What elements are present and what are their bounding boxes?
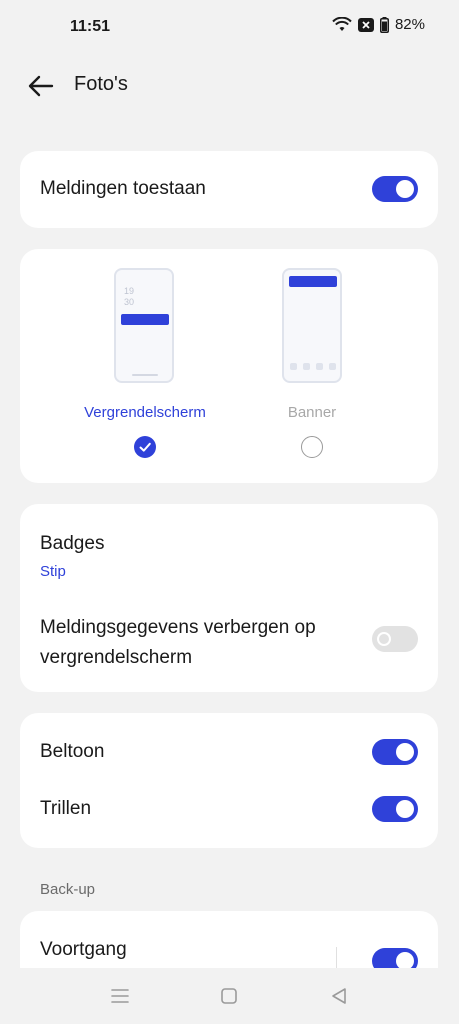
banner-radio[interactable] (301, 436, 323, 458)
banner-option-label: Banner (287, 404, 337, 421)
back-triangle-icon[interactable] (327, 984, 351, 1008)
preview-app-icon (303, 363, 310, 370)
preview-clock-hour: 19 (124, 286, 135, 296)
battery-icon (379, 16, 389, 33)
vibrate-label: Trillen (40, 798, 92, 819)
banner-preview (282, 268, 342, 383)
ringtone-label: Beltoon (40, 741, 105, 762)
status-time: 11:51 (70, 18, 111, 35)
status-icons: 82% (332, 16, 425, 33)
back-arrow-icon[interactable] (26, 72, 56, 100)
lockscreen-preview: 19 30 (114, 268, 174, 383)
badges-value: Stip (40, 563, 66, 580)
battery-percent: 82% (394, 16, 425, 33)
allow-notifications-toggle[interactable] (372, 176, 418, 202)
badges-label: Badges (40, 533, 105, 554)
hide-details-toggle[interactable] (372, 626, 418, 652)
backup-section-header: Back-up (40, 881, 96, 898)
wifi-icon (332, 16, 352, 31)
vibrate-toggle[interactable] (372, 796, 418, 822)
badges-card: Badges Stip Meldingsgegevens verbergen o… (20, 504, 438, 692)
preview-app-icon (290, 363, 297, 370)
lockscreen-option-label: Vergrendelscherm (84, 404, 206, 421)
allow-notifications-label: Meldingen toestaan (40, 178, 206, 199)
preview-notification-bar (121, 314, 169, 325)
app-bar: Foto's (0, 60, 459, 112)
recents-menu-icon[interactable] (108, 984, 132, 1008)
preview-home-indicator (132, 374, 158, 376)
sim-off-icon (357, 17, 374, 32)
lockscreen-radio[interactable] (134, 436, 156, 458)
progress-label: Voortgang (40, 939, 127, 960)
page-title: Foto's (74, 73, 128, 95)
allow-notifications-card: Meldingen toestaan (20, 151, 438, 228)
preview-app-icon (316, 363, 323, 370)
preview-clock-min: 30 (124, 297, 135, 307)
ringtone-toggle[interactable] (372, 739, 418, 765)
preview-app-icon (329, 363, 336, 370)
hide-details-label: Meldingsgegevens verbergen op vergrendel… (40, 617, 316, 668)
notification-style-card: 19 30 Vergrendelscherm Banner (20, 249, 438, 483)
home-icon[interactable] (217, 984, 241, 1008)
sound-card: Beltoon Trillen (20, 713, 438, 848)
status-bar: 11:51 82% (0, 0, 459, 56)
preview-banner-bar (289, 276, 337, 287)
checkmark-icon (139, 442, 151, 452)
navigation-bar (0, 968, 459, 1024)
